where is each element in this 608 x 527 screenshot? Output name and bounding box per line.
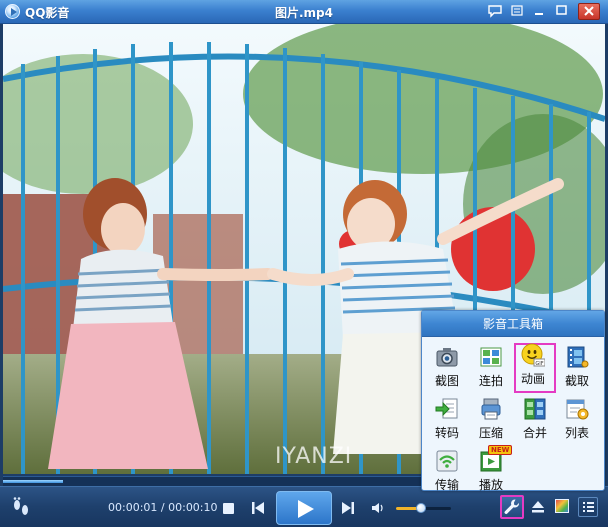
skip-forward-icon xyxy=(342,502,354,514)
tool-label: 合并 xyxy=(522,426,547,440)
tool-play[interactable]: NEW 播放 xyxy=(472,445,513,495)
tool-compress[interactable]: 压缩 xyxy=(472,397,510,443)
seek-progress xyxy=(3,480,64,483)
tool-label: 压缩 xyxy=(478,426,503,440)
list-settings-icon xyxy=(566,399,589,420)
close-button[interactable] xyxy=(578,3,600,20)
time-separator: / xyxy=(157,501,169,514)
qq-player-logo-icon[interactable] xyxy=(5,4,20,19)
tool-label: 列表 xyxy=(564,426,589,440)
new-badge: NEW xyxy=(488,445,513,455)
stop-button[interactable] xyxy=(223,503,234,514)
volume-slider[interactable] xyxy=(396,503,451,513)
tool-list[interactable]: 列表 xyxy=(558,397,596,443)
total-time: 00:00:10 xyxy=(168,501,218,514)
tool-label: 播放 xyxy=(478,478,503,492)
toolbox-button[interactable] xyxy=(500,495,524,519)
video-watermark: IYANZI xyxy=(275,444,353,469)
tool-burst[interactable]: 连拍 xyxy=(472,345,510,391)
volume-knob[interactable] xyxy=(415,503,426,513)
app-name: QQ影音 xyxy=(25,6,70,20)
tool-label: 截取 xyxy=(564,374,589,388)
eject-icon xyxy=(532,501,544,513)
time-display: 00:00:01 / 00:00:10 xyxy=(108,501,218,514)
tool-gif-animation[interactable]: GIF 动画 xyxy=(514,343,556,393)
tool-label: 连拍 xyxy=(478,374,503,388)
tool-screenshot[interactable]: 截图 xyxy=(428,345,466,391)
playlist-button[interactable] xyxy=(578,497,598,517)
toolbox-panel: 影音工具箱 截图 连拍 GIF 动画 截取 转码 压缩 合并 列表 传输 NEW… xyxy=(421,310,605,492)
previous-button[interactable] xyxy=(250,500,266,516)
camera-icon xyxy=(436,348,458,367)
eject-button[interactable] xyxy=(531,499,545,515)
list-icon xyxy=(583,502,594,512)
maximize-button[interactable] xyxy=(552,3,570,20)
gif-smiley-icon: GIF xyxy=(521,343,545,367)
wifi-transfer-icon xyxy=(436,450,458,472)
title-bar: QQ影音 图片.mp4 xyxy=(0,0,608,24)
tool-transcode[interactable]: 转码 xyxy=(428,397,466,443)
tool-label: 转码 xyxy=(434,426,459,440)
skip-back-icon xyxy=(252,502,264,514)
next-button[interactable] xyxy=(340,500,356,516)
film-cut-icon xyxy=(567,346,589,368)
volume-icon[interactable] xyxy=(371,501,385,515)
compress-icon xyxy=(481,398,501,420)
chat-bubble-icon[interactable] xyxy=(486,3,504,20)
convert-icon xyxy=(435,398,458,419)
current-time: 00:00:01 xyxy=(108,501,158,514)
tool-clip[interactable]: 截取 xyxy=(558,345,596,391)
menu-icon[interactable] xyxy=(508,3,526,20)
play-button[interactable] xyxy=(276,491,332,525)
merge-icon xyxy=(524,398,546,420)
tool-label: 动画 xyxy=(520,372,545,386)
svg-text:GIF: GIF xyxy=(535,361,543,367)
tool-label: 截图 xyxy=(434,374,459,388)
burst-shot-icon xyxy=(480,347,502,367)
tool-label: 传输 xyxy=(434,478,459,492)
tool-merge[interactable]: 合并 xyxy=(516,397,554,443)
tool-transfer[interactable]: 传输 xyxy=(428,449,466,495)
color-adjust-button[interactable] xyxy=(555,499,569,513)
toolbox-title: 影音工具箱 xyxy=(422,311,604,337)
minimize-button[interactable] xyxy=(530,3,548,20)
footprint-icon[interactable] xyxy=(10,496,32,518)
wrench-icon xyxy=(504,499,520,514)
control-bar: 00:00:01 / 00:00:10 xyxy=(0,486,608,527)
